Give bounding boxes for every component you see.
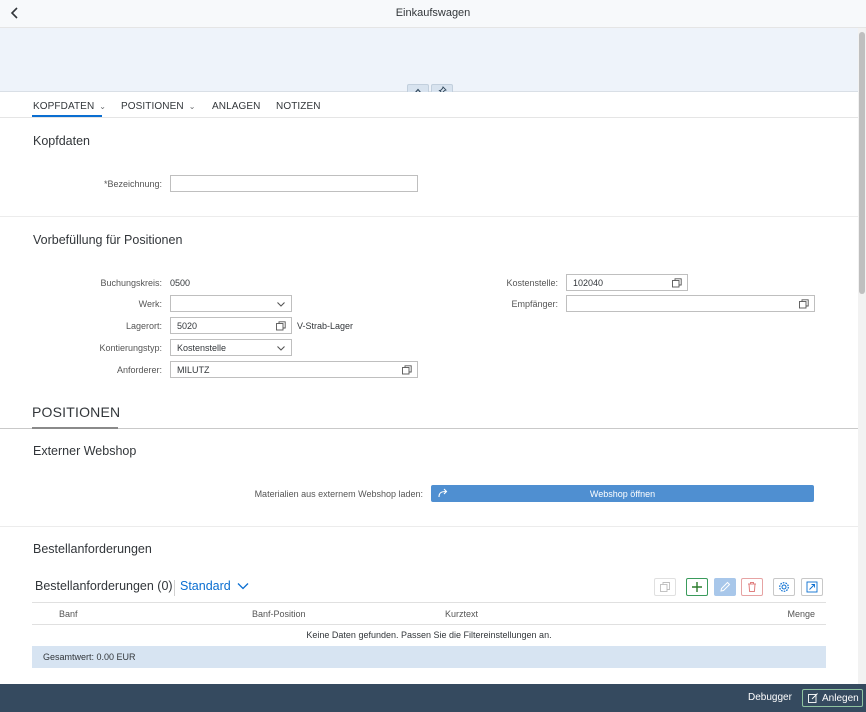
scrollbar-thumb[interactable] [859,32,865,294]
add-button[interactable] [686,578,708,596]
object-header [0,28,858,92]
werk-select[interactable] [170,295,292,312]
column-header-kurztext[interactable]: Kurztext [445,609,478,619]
tab-label: KOPFDATEN [33,101,95,112]
tab-label: POSITIONEN [121,101,184,112]
heading-underline [32,427,118,429]
lagerort-value: 5020 [177,321,198,331]
kostenstelle-value: 102040 [573,278,604,288]
tab-label: ANLAGEN [212,101,261,112]
buchungskreis-label: Buchungskreis: [100,278,162,288]
anforderer-value: MILUTZ [177,365,210,375]
section-title-kopfdaten: Kopfdaten [33,134,90,148]
total-value-bar: Gesamtwert: 0.00 EUR [32,646,826,668]
section-divider [0,216,858,217]
debugger-button[interactable]: Debugger [748,692,792,703]
create-icon [808,693,818,703]
webshop-open-button[interactable]: Webshop öffnen [431,485,814,502]
value-help-icon[interactable] [672,278,682,288]
edit-button[interactable] [714,578,736,596]
trash-icon [748,582,756,592]
kontierungstyp-label: Kontierungstyp: [99,343,162,353]
anchor-bar: KOPFDATEN ⌄ POSITIONEN ⌄ ANLAGEN NOTIZEN [0,92,858,118]
heading-rule [0,428,858,429]
total-value: Gesamtwert: 0.00 EUR [43,652,136,662]
table-header: Banf Banf-Position Kurztext Menge [32,602,826,625]
chevron-down-icon[interactable]: ⌄ [189,102,196,111]
delete-button[interactable] [741,578,763,596]
column-header-banf-position[interactable]: Banf-Position [252,609,306,619]
app-title: Einkaufswagen [395,7,471,19]
anlegen-label: Anlegen [822,692,859,704]
kostenstelle-input[interactable]: 102040 [566,274,688,291]
kontierungstyp-select[interactable]: Kostenstelle [170,339,292,356]
anforderer-input[interactable]: MILUTZ [170,361,418,378]
section-divider [0,526,858,527]
bezeichnung-input[interactable] [170,175,418,192]
plus-icon [692,582,702,592]
chevron-down-icon[interactable] [276,343,286,353]
buchungskreis-value: 0500 [170,278,191,288]
lagerort-input[interactable]: 5020 [170,317,292,334]
webshop-label: Materialien aus externem Webshop laden: [254,489,423,499]
lagerort-label: Lagerort: [125,321,162,331]
toolbar-separator [174,580,175,596]
copy-button[interactable] [654,578,676,596]
value-help-icon[interactable] [276,321,286,331]
shell-bar: Einkaufswagen [0,0,866,28]
lagerort-description: V-Strab-Lager [297,321,354,331]
chevron-down-icon[interactable] [276,299,286,309]
tab-notizen[interactable]: NOTIZEN [276,101,321,112]
active-tab-indicator [32,115,102,117]
chevron-down-icon[interactable]: ⌄ [99,102,106,111]
table-title: Bestellanforderungen (0) [35,579,173,593]
tab-kopfdaten[interactable]: KOPFDATEN ⌄ [33,101,106,112]
settings-button[interactable] [773,578,795,596]
footer-toolbar: Debugger Anlegen [0,684,866,712]
share-arrow-icon [438,488,448,498]
fullscreen-icon [806,581,818,593]
werk-label: Werk: [138,299,162,309]
kontierungstyp-value: Kostenstelle [177,343,227,353]
section-title-webshop: Externer Webshop [33,444,137,458]
value-help-icon[interactable] [402,365,412,375]
kostenstelle-label: Kostenstelle: [506,278,558,288]
section-title-vorbefuellung: Vorbefüllung für Positionen [33,233,183,247]
column-header-banf[interactable]: Banf [59,609,78,619]
copy-icon [660,582,670,592]
column-header-menge[interactable]: Menge [787,609,815,619]
chevron-down-icon [237,583,249,590]
variant-label: Standard [180,579,231,593]
empfaenger-label: Empfänger: [511,299,558,309]
pencil-icon [720,581,731,592]
tab-positionen[interactable]: POSITIONEN ⌄ [121,101,196,112]
fullscreen-button[interactable] [801,578,823,596]
positionen-heading: POSITIONEN [32,404,121,420]
no-data-message: Keine Daten gefunden. Passen Sie die Fil… [306,630,552,640]
value-help-icon[interactable] [799,299,809,309]
section-title-bestellanforderungen: Bestellanforderungen [33,542,152,556]
tab-label: NOTIZEN [276,101,321,112]
empfaenger-input[interactable] [566,295,815,312]
bezeichnung-label: *Bezeichnung: [103,179,162,189]
anlegen-button[interactable]: Anlegen [802,689,863,707]
anforderer-label: Anforderer: [116,365,162,375]
gear-icon [779,582,789,592]
webshop-button-label: Webshop öffnen [589,488,656,499]
tab-anlagen[interactable]: ANLAGEN [212,101,261,112]
variant-management[interactable]: Standard [180,579,249,593]
